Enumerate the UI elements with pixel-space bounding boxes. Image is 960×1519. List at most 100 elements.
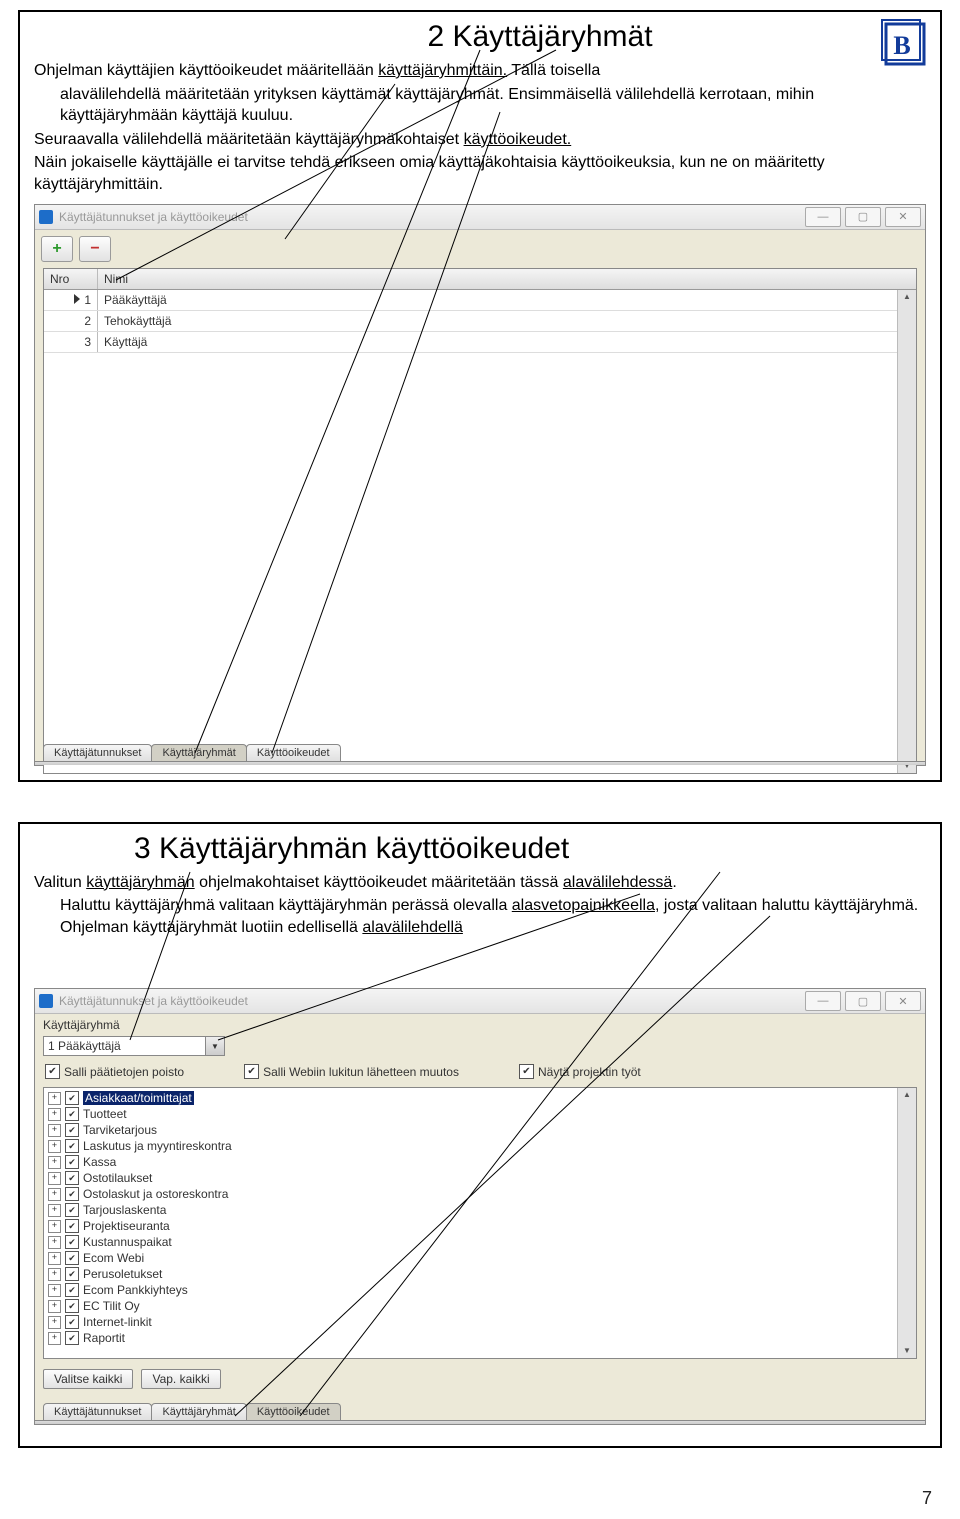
text: Valitun bbox=[34, 874, 86, 891]
checkbox-icon[interactable]: ✔ bbox=[65, 1235, 79, 1249]
grid-header: Nro Nimi bbox=[44, 269, 916, 290]
tree-node[interactable]: +✔Ostotilaukset bbox=[48, 1170, 912, 1186]
expand-icon[interactable]: + bbox=[48, 1188, 61, 1201]
tree-node[interactable]: +✔Kustannuspaikat bbox=[48, 1234, 912, 1250]
text: . bbox=[672, 874, 676, 891]
table-row[interactable]: 1 Pääkäyttäjä bbox=[44, 290, 897, 311]
bottom-tabs: Käyttäjätunnukset Käyttäjäryhmät Käyttöo… bbox=[35, 744, 925, 761]
permissions-tree[interactable]: +✔Asiakkaat/toimittajat+✔Tuotteet+✔Tarvi… bbox=[43, 1087, 917, 1359]
tab-user-groups[interactable]: Käyttäjäryhmät bbox=[151, 744, 246, 761]
chk-show-project-work[interactable]: ✔ Näytä projektin työt bbox=[519, 1064, 641, 1079]
table-row[interactable]: 2 Tehokäyttäjä bbox=[44, 311, 897, 332]
expand-icon[interactable]: + bbox=[48, 1156, 61, 1169]
scroll-up-icon[interactable]: ▲ bbox=[903, 1090, 911, 1100]
tree-node[interactable]: +✔EC Tilit Oy bbox=[48, 1298, 912, 1314]
scroll-down-icon[interactable]: ▼ bbox=[903, 1346, 911, 1356]
maximize-button[interactable]: ▢ bbox=[845, 207, 881, 227]
checkbox-icon[interactable]: ✔ bbox=[65, 1123, 79, 1137]
minimize-button[interactable]: — bbox=[805, 207, 841, 227]
col-nro[interactable]: Nro bbox=[44, 269, 98, 289]
tab-user-accounts[interactable]: Käyttäjätunnukset bbox=[43, 1403, 152, 1420]
checkbox-icon[interactable]: ✔ bbox=[65, 1107, 79, 1121]
checkbox-icon[interactable]: ✔ bbox=[65, 1331, 79, 1345]
close-button[interactable]: ✕ bbox=[885, 991, 921, 1011]
expand-icon[interactable]: + bbox=[48, 1220, 61, 1233]
expand-icon[interactable]: + bbox=[48, 1204, 61, 1217]
checkbox-icon[interactable]: ✔ bbox=[65, 1203, 79, 1217]
tree-node[interactable]: +✔Ecom Pankkiyhteys bbox=[48, 1282, 912, 1298]
col-nimi[interactable]: Nimi bbox=[98, 269, 916, 289]
tree-node[interactable]: +✔Projektiseuranta bbox=[48, 1218, 912, 1234]
scroll-up-icon[interactable]: ▲ bbox=[903, 292, 911, 302]
tree-node[interactable]: + ✔ Ecom Webi bbox=[48, 1250, 912, 1266]
checkbox-icon[interactable]: ✔ bbox=[65, 1315, 79, 1329]
checkbox-icon[interactable]: ✔ bbox=[65, 1219, 79, 1233]
tab-permissions[interactable]: Käyttöoikeudet bbox=[246, 744, 341, 761]
release-all-button[interactable]: Vap. kaikki bbox=[141, 1369, 220, 1389]
expand-icon[interactable]: + bbox=[48, 1092, 61, 1105]
expand-icon[interactable]: + bbox=[48, 1268, 61, 1281]
tree-node[interactable]: +✔Internet-linkit bbox=[48, 1314, 912, 1330]
vertical-scrollbar[interactable]: ▲ ▼ bbox=[897, 290, 916, 773]
expand-icon[interactable]: + bbox=[48, 1252, 61, 1265]
tree-node[interactable]: +✔Tarjouslaskenta bbox=[48, 1202, 912, 1218]
remove-row-button[interactable]: − bbox=[79, 236, 111, 262]
expand-icon[interactable]: + bbox=[48, 1124, 61, 1137]
tree-node[interactable]: +✔Raportit bbox=[48, 1330, 912, 1346]
add-row-button[interactable]: + bbox=[41, 236, 73, 262]
select-all-button[interactable]: Valitse kaikki bbox=[43, 1369, 133, 1389]
tree-node[interactable]: +✔Tuotteet bbox=[48, 1106, 912, 1122]
text: ohjelmakohtaiset käyttöoikeudet määritet… bbox=[195, 874, 563, 891]
svg-text:B: B bbox=[893, 31, 910, 60]
tree-node[interactable]: +✔Tarviketarjous bbox=[48, 1122, 912, 1138]
checkbox-icon[interactable]: ✔ bbox=[65, 1267, 79, 1281]
group-dropdown[interactable]: 1 Pääkäyttäjä ▼ bbox=[43, 1036, 225, 1056]
expand-icon[interactable]: + bbox=[48, 1316, 61, 1329]
checkbox-icon[interactable]: ✔ bbox=[65, 1251, 79, 1265]
tree-node[interactable]: +✔Perusoletukset bbox=[48, 1266, 912, 1282]
checkbox-icon[interactable]: ✔ bbox=[65, 1187, 79, 1201]
text: Seuraavalla välilehdellä määritetään käy… bbox=[34, 131, 464, 148]
chevron-down-icon[interactable]: ▼ bbox=[205, 1037, 224, 1055]
tab-user-accounts[interactable]: Käyttäjätunnukset bbox=[43, 744, 152, 761]
expand-icon[interactable]: + bbox=[48, 1300, 61, 1313]
tree-label: Laskutus ja myyntireskontra bbox=[83, 1139, 232, 1153]
checkbox-icon[interactable]: ✔ bbox=[65, 1171, 79, 1185]
tree-node[interactable]: +✔Asiakkaat/toimittajat bbox=[48, 1090, 912, 1106]
minimize-button[interactable]: — bbox=[805, 991, 841, 1011]
plus-icon: + bbox=[52, 240, 61, 258]
text: Näin jokaiselle käyttäjälle ei tarvitse … bbox=[34, 152, 926, 195]
maximize-button[interactable]: ▢ bbox=[845, 991, 881, 1011]
chk-allow-web-edit[interactable]: ✔Salli Webiin lukitun lähetteen muutos bbox=[244, 1064, 459, 1079]
expand-icon[interactable]: + bbox=[48, 1140, 61, 1153]
expand-icon[interactable]: + bbox=[48, 1108, 61, 1121]
text: Haluttu käyttäjäryhmä valitaan käyttäjär… bbox=[60, 897, 512, 914]
tab-permissions[interactable]: Käyttöoikeudet bbox=[246, 1403, 341, 1420]
expand-icon[interactable]: + bbox=[48, 1332, 61, 1345]
checkbox-icon: ✔ bbox=[519, 1064, 534, 1079]
button-row: Valitse kaikki Vap. kaikki bbox=[35, 1365, 925, 1395]
app-icon bbox=[39, 210, 53, 224]
tree-label: Ecom Webi bbox=[83, 1251, 144, 1265]
checkbox-icon[interactable]: ✔ bbox=[65, 1299, 79, 1313]
tree-node[interactable]: +✔Ostolaskut ja ostoreskontra bbox=[48, 1186, 912, 1202]
row-pointer-icon bbox=[74, 294, 80, 304]
expand-icon[interactable]: + bbox=[48, 1236, 61, 1249]
slide-2: 3 Käyttäjäryhmän käyttöoikeudet Valitun … bbox=[18, 822, 942, 1448]
checkbox-icon[interactable]: ✔ bbox=[65, 1091, 79, 1105]
table-row[interactable]: 3 Käyttäjä bbox=[44, 332, 897, 353]
chk-label: Näytä projektin työt bbox=[538, 1065, 641, 1079]
vertical-scrollbar[interactable]: ▲ ▼ bbox=[897, 1088, 916, 1358]
checkbox-icon[interactable]: ✔ bbox=[65, 1139, 79, 1153]
checkbox-icon[interactable]: ✔ bbox=[65, 1283, 79, 1297]
tab-user-groups[interactable]: Käyttäjäryhmät bbox=[151, 1403, 246, 1420]
close-button[interactable]: ✕ bbox=[885, 207, 921, 227]
slide2-body: Valitun käyttäjäryhmän ohjelmakohtaiset … bbox=[34, 872, 926, 939]
tree-node[interactable]: + ✔ Laskutus ja myyntireskontra bbox=[48, 1138, 912, 1154]
checkbox-icon[interactable]: ✔ bbox=[65, 1155, 79, 1169]
expand-icon[interactable]: + bbox=[48, 1172, 61, 1185]
chk-allow-delete[interactable]: ✔Salli päätietojen poisto bbox=[45, 1064, 184, 1079]
chk-label: Salli Webiin lukitun lähetteen muutos bbox=[263, 1065, 459, 1079]
expand-icon[interactable]: + bbox=[48, 1284, 61, 1297]
tree-node[interactable]: +✔Kassa bbox=[48, 1154, 912, 1170]
